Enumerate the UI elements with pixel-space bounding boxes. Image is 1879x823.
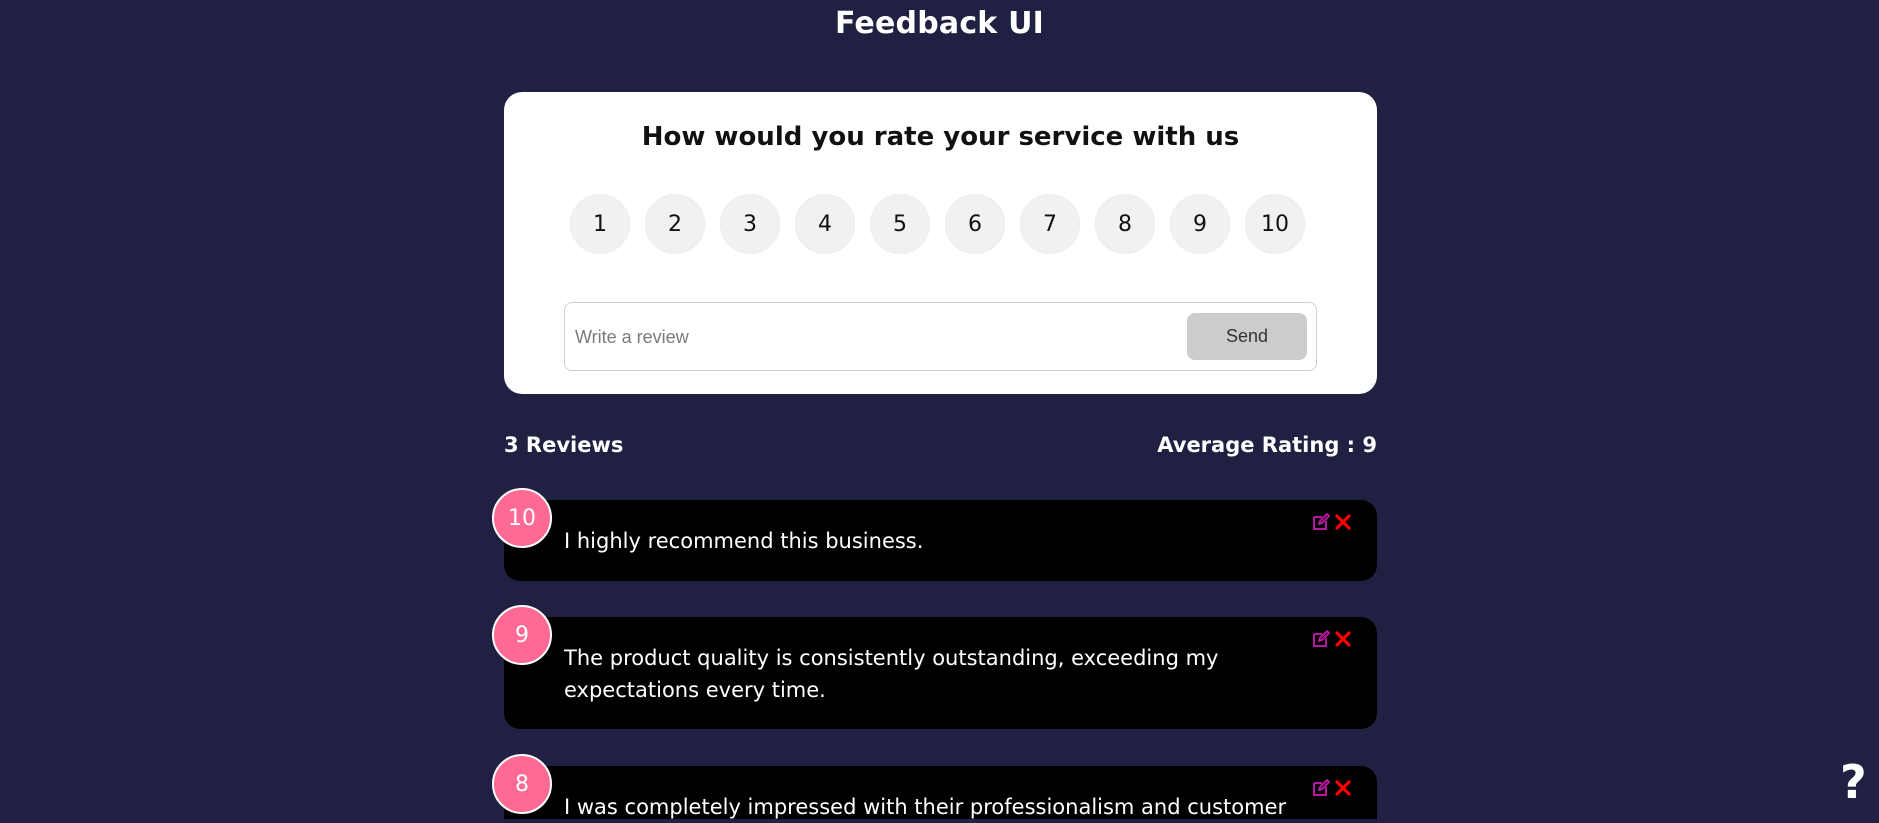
review-card: 10 I highly recommend this business. — [492, 488, 1377, 581]
review-input-group: Send — [564, 302, 1317, 371]
edit-icon[interactable] — [1311, 778, 1331, 798]
rating-option-5[interactable]: 5 — [870, 194, 930, 254]
rating-option-8[interactable]: 8 — [1095, 194, 1155, 254]
review-card: 9 The product quality is consistently ou… — [492, 605, 1377, 729]
rating-option-4[interactable]: 4 — [795, 194, 855, 254]
rating-option-10[interactable]: 10 — [1245, 194, 1305, 254]
close-icon[interactable] — [1334, 512, 1352, 532]
close-icon[interactable] — [1334, 778, 1352, 798]
review-rating-badge: 10 — [492, 488, 552, 548]
review-rating-badge: 9 — [492, 605, 552, 665]
review-card: 8 I was completely impressed with their … — [492, 754, 1377, 819]
help-icon[interactable]: ? — [1840, 758, 1876, 806]
edit-icon[interactable] — [1311, 512, 1331, 532]
average-rating: Average Rating : 9 — [1157, 433, 1377, 457]
close-icon[interactable] — [1334, 629, 1352, 649]
review-text: I was completely impressed with their pr… — [564, 795, 1287, 819]
rating-option-7[interactable]: 7 — [1020, 194, 1080, 254]
page-title: Feedback UI — [834, 6, 1045, 41]
review-text: I highly recommend this business. — [564, 529, 924, 553]
review-input[interactable] — [575, 315, 1175, 359]
rating-option-6[interactable]: 6 — [945, 194, 1005, 254]
rating-question: How would you rate your service with us — [641, 122, 1240, 152]
edit-icon[interactable] — [1311, 629, 1331, 649]
rating-option-2[interactable]: 2 — [645, 194, 705, 254]
review-text: The product quality is consistently outs… — [564, 646, 1219, 702]
rating-option-9[interactable]: 9 — [1170, 194, 1230, 254]
send-button[interactable]: Send — [1187, 313, 1307, 360]
review-rating-badge: 8 — [492, 754, 552, 814]
rating-option-3[interactable]: 3 — [720, 194, 780, 254]
rating-option-1[interactable]: 1 — [570, 194, 630, 254]
feedback-card: How would you rate your service with us … — [504, 92, 1377, 394]
review-count: 3 Reviews — [504, 433, 624, 457]
